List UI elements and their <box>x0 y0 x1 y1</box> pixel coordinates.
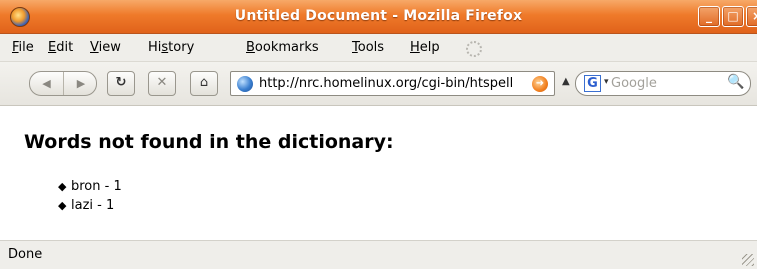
back-forward-buttons: ◀ ▶ <box>29 71 97 96</box>
menu-edit-mnemonic: E <box>48 40 57 55</box>
reload-button[interactable]: ↻ <box>107 71 135 96</box>
menu-help-mnemonic: H <box>410 40 420 55</box>
menu-tools-label: ools <box>357 40 385 55</box>
site-favicon-icon <box>237 76 253 92</box>
menu-view[interactable]: View <box>90 40 121 55</box>
menu-view-label: iew <box>98 40 121 55</box>
menu-edit-label: dit <box>56 40 74 55</box>
page-heading: Words not found in the dictionary: <box>24 131 394 153</box>
menu-edit[interactable]: Edit <box>48 40 73 55</box>
menu-history-prefix: Hi <box>148 40 162 55</box>
status-bar: Done <box>0 240 757 269</box>
stop-button[interactable]: ✕ <box>148 71 176 96</box>
menu-bookmarks[interactable]: Bookmarks <box>246 40 319 55</box>
menu-help[interactable]: Help <box>410 40 440 55</box>
window-title: Untitled Document - Mozilla Firefox <box>234 8 523 24</box>
menu-view-mnemonic: V <box>90 40 99 55</box>
bullet-icon: ◆ <box>58 180 67 193</box>
list-item: ◆ lazi - 1 <box>58 196 122 215</box>
go-icon[interactable]: ➜ <box>532 76 548 92</box>
list-item: ◆ bron - 1 <box>58 177 122 196</box>
bullet-icon: ◆ <box>58 199 67 212</box>
word-entry: bron - 1 <box>71 179 122 194</box>
menu-bar: File Edit View History Bookmarks Tools H… <box>0 34 757 62</box>
menu-history-label: tory <box>168 40 195 55</box>
back-button[interactable]: ◀ <box>30 72 64 95</box>
status-text: Done <box>8 247 43 262</box>
home-button[interactable]: ⌂ <box>190 71 218 96</box>
maximize-button[interactable]: □ <box>722 6 744 27</box>
resize-grip-icon[interactable] <box>742 254 754 266</box>
page-content: Words not found in the dictionary: ◆ bron… <box>0 107 757 240</box>
menu-tools[interactable]: Tools <box>352 40 384 55</box>
menu-file-label: ile <box>18 40 34 55</box>
menu-help-label: elp <box>419 40 440 55</box>
url-bar[interactable]: http://nrc.homelinux.org/cgi-bin/htspell… <box>230 71 555 96</box>
google-engine-icon[interactable]: G <box>584 75 601 92</box>
menu-bookmarks-mnemonic: B <box>246 40 255 55</box>
history-dropdown-icon[interactable]: ▲ <box>562 76 570 87</box>
search-input[interactable] <box>611 76 711 91</box>
search-icon[interactable]: 🔍 <box>727 74 744 90</box>
search-bar: G ▾ 🔍 <box>575 71 751 96</box>
forward-button[interactable]: ▶ <box>64 72 98 95</box>
url-text[interactable]: http://nrc.homelinux.org/cgi-bin/htspell <box>259 76 513 91</box>
close-button[interactable]: × <box>746 6 757 27</box>
word-entry: lazi - 1 <box>71 198 115 213</box>
minimize-button[interactable]: _ <box>698 6 720 27</box>
navigation-toolbar: ◀ ▶ ↻ ✕ ⌂ http://nrc.homelinux.org/cgi-b… <box>0 62 757 106</box>
window-titlebar: Untitled Document - Mozilla Firefox _ □ … <box>0 0 757 34</box>
throbber-icon <box>466 41 482 57</box>
misspelled-word-list: ◆ bron - 1 ◆ lazi - 1 <box>58 177 122 215</box>
menu-history[interactable]: History <box>148 40 194 55</box>
menu-bookmarks-label: ookmarks <box>254 40 319 55</box>
engine-dropdown-icon[interactable]: ▾ <box>604 77 609 87</box>
menu-file[interactable]: File <box>12 40 34 55</box>
